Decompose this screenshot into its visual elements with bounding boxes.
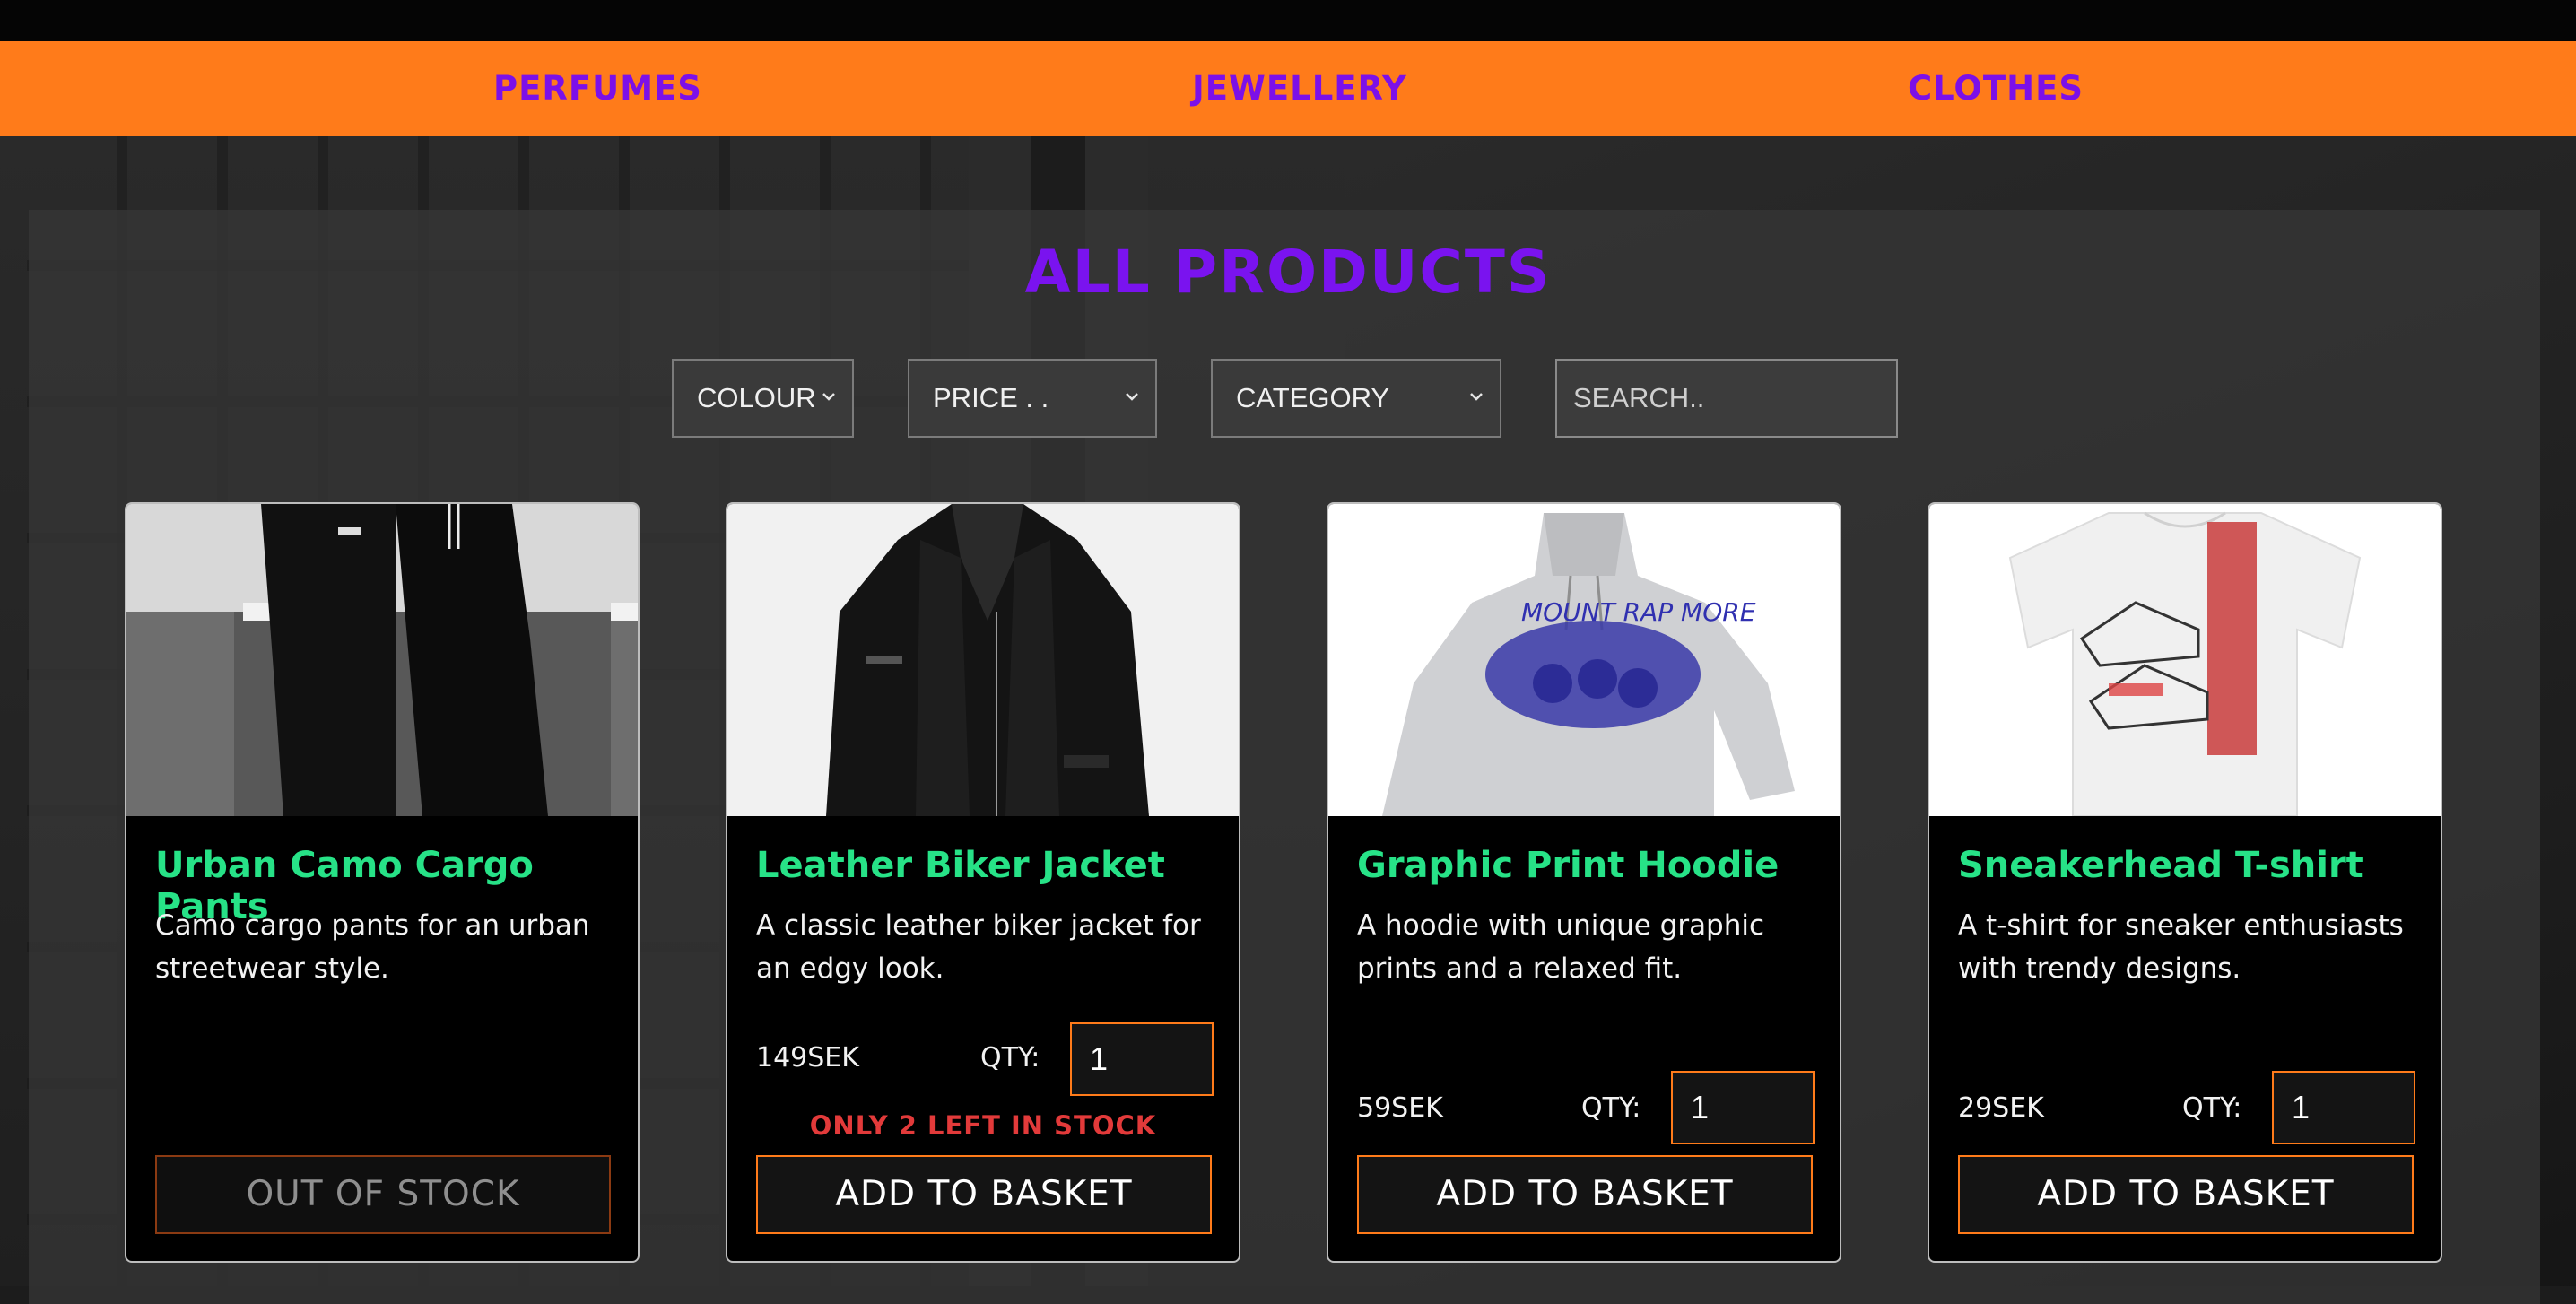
stock-warning: ONLY 2 LEFT IN STOCK (809, 1110, 1157, 1141)
product-price: 29SEK (1958, 1092, 2044, 1124)
nav-item-jewellery[interactable]: JEWELLERY (1192, 41, 1407, 136)
chevron-down-icon (822, 393, 835, 401)
add-to-basket-button[interactable]: ADD TO BASKET (756, 1155, 1212, 1234)
category-select-value: CATEGORY (1236, 382, 1390, 413)
search-input[interactable]: SEARCH.. (1555, 359, 1898, 438)
product-image-biker-jacket[interactable] (727, 504, 1239, 816)
product-card: MOUNT RAP MORE Graphic Print Hoodie A ho… (1327, 502, 1841, 1263)
chevron-down-icon (1470, 393, 1483, 401)
qty-label: QTY: (2182, 1092, 2242, 1124)
product-image-sneakerhead-tshirt[interactable] (1929, 504, 2441, 816)
category-nav: PERFUMES JEWELLERY CLOTHES (0, 41, 2576, 136)
price-select-value: PRICE . . (933, 382, 1049, 413)
svg-text:MOUNT RAP MORE: MOUNT RAP MORE (1521, 597, 1756, 627)
product-price: 59SEK (1357, 1092, 1443, 1124)
search-placeholder: SEARCH.. (1573, 382, 1705, 413)
qty-input[interactable]: 1 (1671, 1071, 1815, 1144)
chevron-down-icon (1126, 393, 1138, 401)
product-image-graphic-hoodie[interactable]: MOUNT RAP MORE (1328, 504, 1840, 816)
colour-select[interactable]: COLOUR (672, 359, 854, 438)
top-bar (0, 0, 2576, 41)
product-description: A classic leather biker jacket for an ed… (756, 909, 1201, 985)
product-name[interactable]: Leather Biker Jacket (756, 845, 1165, 886)
nav-item-clothes[interactable]: CLOTHES (1908, 41, 2084, 136)
page-title: ALL PRODUCTS (1024, 238, 1552, 307)
product-card: Leather Biker Jacket A classic leather b… (726, 502, 1240, 1263)
nav-item-perfumes[interactable]: PERFUMES (493, 41, 702, 136)
product-price: 149SEK (756, 1042, 859, 1074)
add-to-basket-button[interactable]: ADD TO BASKET (1958, 1155, 2414, 1234)
qty-input[interactable]: 1 (1070, 1022, 1214, 1096)
product-description: A t-shirt for sneaker enthusiasts with t… (1958, 909, 2404, 985)
product-image-cargo-pants[interactable] (126, 504, 638, 816)
qty-input[interactable]: 1 (2272, 1071, 2415, 1144)
colour-select-value: COLOUR (697, 382, 816, 413)
out-of-stock-button: OUT OF STOCK (155, 1155, 611, 1234)
product-card: Sneakerhead T-shirt A t-shirt for sneake… (1928, 502, 2442, 1263)
product-description: A hoodie with unique graphic prints and … (1357, 909, 1765, 985)
add-to-basket-button[interactable]: ADD TO BASKET (1357, 1155, 1813, 1234)
category-select[interactable]: CATEGORY (1211, 359, 1501, 438)
qty-label: QTY: (1581, 1092, 1641, 1124)
product-name[interactable]: Sneakerhead T-shirt (1958, 845, 2363, 886)
product-card: Urban Camo Cargo Pants Camo cargo pants … (125, 502, 640, 1263)
price-select[interactable]: PRICE . . (908, 359, 1157, 438)
product-name[interactable]: Graphic Print Hoodie (1357, 845, 1779, 886)
qty-label: QTY: (980, 1042, 1040, 1074)
product-description: Camo cargo pants for an urban streetwear… (155, 909, 590, 985)
